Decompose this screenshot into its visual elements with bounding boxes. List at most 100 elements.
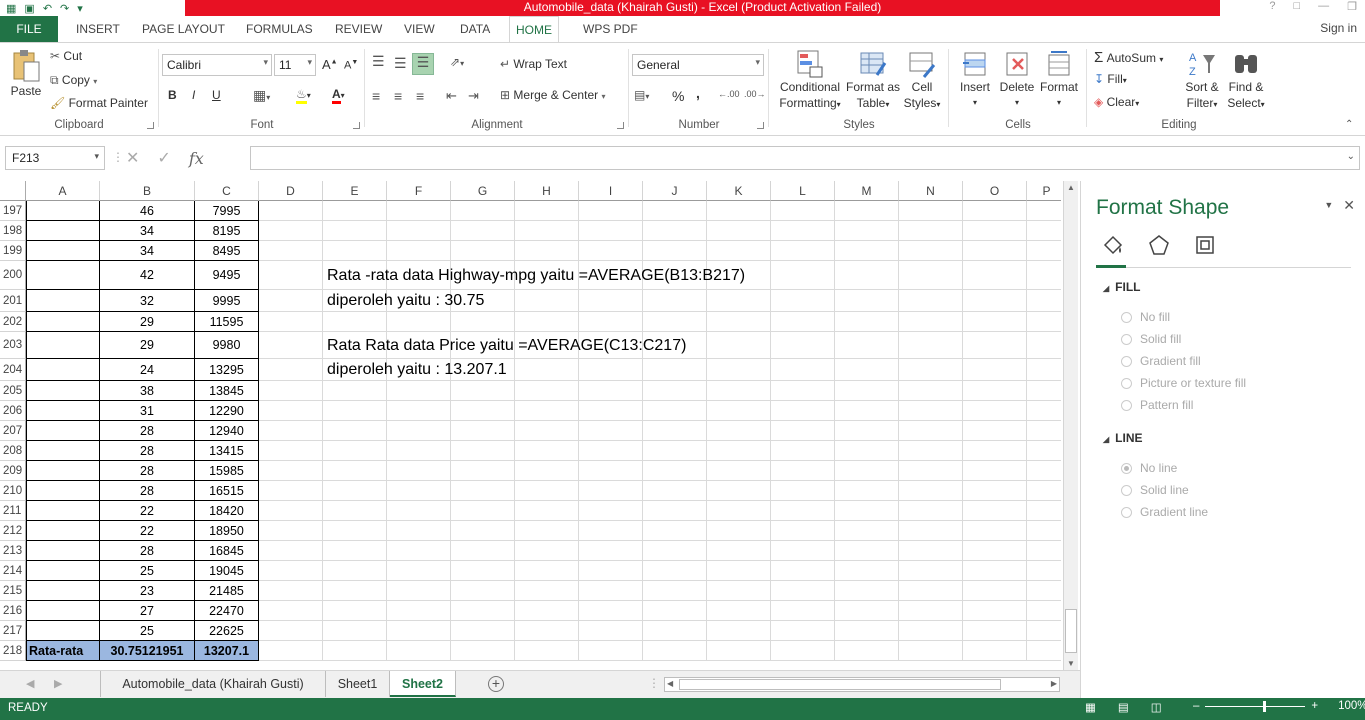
empty-cell[interactable]	[963, 581, 1027, 601]
table-cell-b[interactable]: 28	[100, 441, 195, 461]
empty-cell[interactable]	[451, 581, 515, 601]
empty-cell[interactable]	[771, 261, 835, 290]
empty-cell[interactable]	[451, 621, 515, 641]
column-header-g[interactable]: G	[451, 181, 515, 201]
minimize-icon[interactable]: —	[1318, 0, 1329, 16]
table-cell-c[interactable]: 8495	[195, 241, 259, 261]
empty-cell[interactable]	[451, 221, 515, 241]
empty-cell[interactable]	[451, 461, 515, 481]
option-pattern-fill[interactable]: Pattern fill	[1121, 398, 1193, 412]
empty-cell[interactable]	[899, 312, 963, 332]
empty-cell[interactable]	[259, 221, 323, 241]
empty-cell[interactable]	[835, 421, 899, 441]
empty-cell[interactable]	[451, 441, 515, 461]
empty-cell[interactable]	[835, 312, 899, 332]
table-cell-a[interactable]	[26, 261, 100, 290]
copy-button[interactable]: ⧉ Copy ▾	[50, 73, 97, 88]
table-cell-a[interactable]	[26, 561, 100, 581]
empty-cell[interactable]	[771, 332, 835, 359]
empty-cell[interactable]	[387, 421, 451, 441]
name-box[interactable]: F213 ▾	[5, 146, 105, 170]
empty-cell[interactable]	[771, 290, 835, 312]
empty-cell[interactable]	[771, 241, 835, 261]
empty-cell[interactable]	[899, 541, 963, 561]
fill-button[interactable]: ↧ Fill▾	[1094, 72, 1127, 86]
autosum-button[interactable]: Σ AutoSum ▾	[1094, 49, 1163, 66]
empty-cell[interactable]	[387, 481, 451, 501]
table-cell-b[interactable]: 31	[100, 401, 195, 421]
column-header-p[interactable]: P	[1027, 181, 1061, 201]
sheet-tab-sheet1[interactable]: Sheet1	[326, 671, 390, 697]
table-cell-a[interactable]	[26, 581, 100, 601]
table-cell-a[interactable]	[26, 621, 100, 641]
empty-cell[interactable]	[963, 501, 1027, 521]
increase-decimal-icon[interactable]: ←.00	[718, 89, 740, 99]
empty-cell[interactable]	[963, 461, 1027, 481]
empty-cell[interactable]	[515, 641, 579, 661]
empty-cell[interactable]	[1027, 221, 1061, 241]
empty-cell[interactable]	[643, 241, 707, 261]
empty-cell[interactable]	[707, 421, 771, 441]
table-cell-c[interactable]: 21485	[195, 581, 259, 601]
format-as-table-button[interactable]: Format as Table▾	[846, 49, 900, 113]
find-select-button[interactable]: Find & Select▾	[1224, 49, 1268, 113]
empty-cell[interactable]	[1027, 541, 1061, 561]
empty-cell[interactable]	[963, 561, 1027, 581]
empty-cell[interactable]	[387, 521, 451, 541]
empty-cell[interactable]	[899, 401, 963, 421]
row-header[interactable]: 197	[0, 201, 26, 221]
table-cell-c[interactable]: 22470	[195, 601, 259, 621]
empty-cell[interactable]	[259, 621, 323, 641]
empty-cell[interactable]	[771, 461, 835, 481]
size-properties-icon[interactable]	[1193, 233, 1217, 257]
table-cell-a[interactable]	[26, 290, 100, 312]
table-cell-c[interactable]: 16515	[195, 481, 259, 501]
table-cell-b[interactable]: 46	[100, 201, 195, 221]
empty-cell[interactable]	[835, 461, 899, 481]
table-cell-c[interactable]: 16845	[195, 541, 259, 561]
row-header[interactable]: 215	[0, 581, 26, 601]
page-layout-view-icon[interactable]: ▤	[1118, 700, 1129, 714]
table-cell-c[interactable]: 12940	[195, 421, 259, 441]
empty-cell[interactable]	[707, 541, 771, 561]
empty-cell[interactable]	[771, 521, 835, 541]
empty-cell[interactable]	[643, 561, 707, 581]
total-cell-a[interactable]: Rata-rata	[26, 641, 100, 661]
column-header-l[interactable]: L	[771, 181, 835, 201]
empty-cell[interactable]	[1027, 261, 1061, 290]
align-bottom-icon[interactable]: ☰	[412, 53, 434, 75]
column-header-k[interactable]: K	[707, 181, 771, 201]
row-header[interactable]: 210	[0, 481, 26, 501]
empty-cell[interactable]	[259, 241, 323, 261]
empty-cell[interactable]	[579, 581, 643, 601]
empty-cell[interactable]	[963, 621, 1027, 641]
empty-cell[interactable]	[707, 581, 771, 601]
row-header[interactable]: 202	[0, 312, 26, 332]
empty-cell[interactable]	[1027, 332, 1061, 359]
ribbon-display-icon[interactable]: □	[1293, 0, 1300, 16]
column-header-j[interactable]: J	[643, 181, 707, 201]
empty-cell[interactable]	[963, 201, 1027, 221]
undo-icon[interactable]: ↶	[43, 2, 52, 15]
empty-cell[interactable]	[771, 601, 835, 621]
delete-cells-button[interactable]: Delete ▾	[996, 49, 1038, 111]
table-cell-c[interactable]: 9495	[195, 261, 259, 290]
empty-cell[interactable]	[707, 241, 771, 261]
empty-cell[interactable]	[899, 241, 963, 261]
empty-cell[interactable]	[963, 481, 1027, 501]
empty-cell[interactable]	[515, 201, 579, 221]
empty-cell[interactable]	[259, 481, 323, 501]
empty-cell[interactable]	[259, 501, 323, 521]
row-header[interactable]: 213	[0, 541, 26, 561]
empty-cell[interactable]	[259, 201, 323, 221]
empty-cell[interactable]	[1027, 641, 1061, 661]
horizontal-scroll-thumb[interactable]	[679, 679, 1001, 690]
tab-view[interactable]: VIEW	[398, 16, 441, 42]
empty-cell[interactable]	[707, 359, 771, 381]
table-cell-c[interactable]: 9980	[195, 332, 259, 359]
vertical-scroll-thumb[interactable]	[1065, 609, 1077, 653]
empty-cell[interactable]	[899, 581, 963, 601]
empty-cell[interactable]	[643, 641, 707, 661]
empty-cell[interactable]	[771, 441, 835, 461]
empty-cell[interactable]	[835, 481, 899, 501]
